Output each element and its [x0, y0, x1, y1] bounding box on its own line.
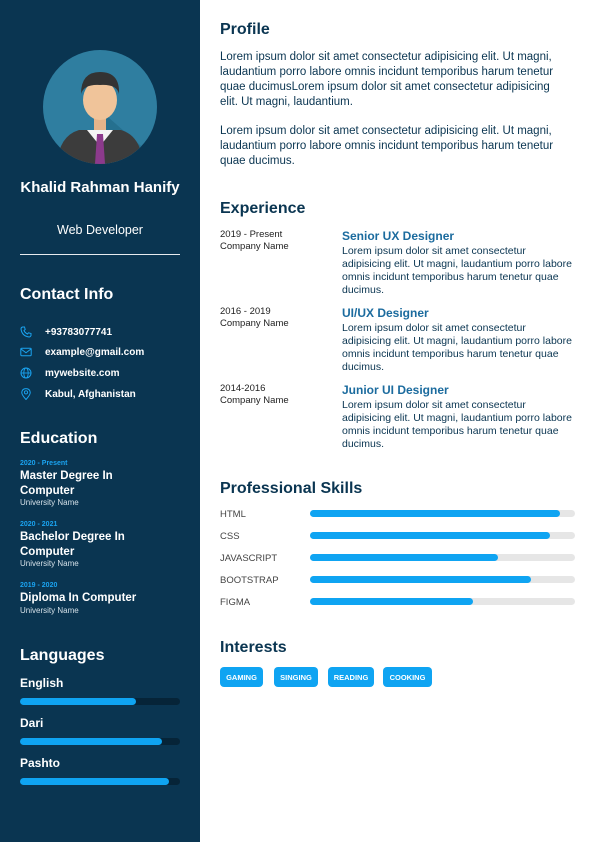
experience-company: Company Name — [220, 318, 289, 329]
education-heading: Education — [20, 430, 98, 447]
contact-phone: +93783077741 — [20, 325, 112, 339]
skills-heading: Professional Skills — [220, 480, 363, 497]
skill-bar-fill — [310, 510, 561, 517]
interests-heading: Interests — [220, 639, 287, 656]
sidebar-divider — [20, 254, 180, 255]
skill-bar-fill — [310, 532, 550, 539]
experience-period: 2014-2016 — [220, 383, 266, 394]
skill-bar — [310, 598, 575, 605]
phone-icon — [20, 326, 32, 338]
experience-description: Lorem ipsum dolor sit amet consectetur a… — [342, 399, 572, 450]
experience-period: 2019 - Present — [220, 229, 283, 240]
experience-description: Lorem ipsum dolor sit amet consectetur a… — [342, 245, 572, 296]
person-role: Web Developer — [57, 223, 143, 237]
education-item: 2020 - Present Master Degree In Computer… — [20, 459, 190, 508]
education-item: 2019 - 2020 Diploma In Computer Universi… — [20, 581, 190, 616]
profile-heading: Profile — [220, 21, 270, 38]
experience-description: Lorem ipsum dolor sit amet consectetur a… — [342, 322, 572, 373]
skill-bar — [310, 510, 575, 517]
globe-icon — [20, 367, 32, 379]
contact-email: example@gmail.com — [20, 345, 144, 359]
education-school: University Name — [20, 498, 79, 507]
language-bar — [20, 778, 180, 785]
education-degree: Bachelor Degree In Computer — [20, 531, 125, 558]
contact-location: Kabul, Afghanistan — [20, 387, 136, 401]
education-years: 2020 - Present — [20, 460, 68, 467]
contact-phone-text[interactable]: +93783077741 — [45, 327, 112, 338]
contact-location-text: Kabul, Afghanistan — [45, 388, 136, 400]
profile-paragraph: Lorem ipsum dolor sit amet consectetur a… — [220, 125, 554, 167]
skill-name: BOOTSTRAP — [220, 575, 279, 586]
interest-tag-gaming: GAMING — [220, 667, 263, 687]
skill-bar-fill — [310, 598, 473, 605]
language-name: Pashto — [20, 756, 61, 770]
location-pin-icon — [20, 388, 32, 400]
skill-bar — [310, 576, 575, 583]
mail-icon — [20, 346, 32, 358]
profile-paragraph: Lorem ipsum dolor sit amet consectetur a… — [220, 51, 554, 108]
language-bar-fill — [20, 738, 163, 745]
education-years: 2020 - 2021 — [20, 521, 58, 528]
interest-tag-cooking: COOKING — [383, 667, 432, 687]
interest-tag-reading: READING — [328, 667, 374, 687]
skill-name: HTML — [220, 509, 246, 520]
skill-name: CSS — [220, 531, 240, 542]
avatar — [43, 50, 157, 164]
contact-heading: Contact Info — [20, 286, 114, 303]
contact-website-text[interactable]: mywebsite.com — [45, 368, 119, 379]
language-name: English — [20, 676, 64, 690]
skill-bar-fill — [310, 576, 532, 583]
person-name: Khalid Rahman Hanify — [20, 179, 180, 196]
education-school: University Name — [20, 605, 79, 615]
languages-heading: Languages — [20, 647, 105, 664]
experience-title: UI/UX Designer — [342, 306, 429, 320]
language-name: Dari — [20, 716, 44, 730]
experience-period: 2016 - 2019 — [220, 306, 271, 317]
language-bar-fill — [20, 778, 169, 785]
experience-company: Company Name — [220, 241, 289, 252]
education-degree: Diploma In Computer — [20, 592, 137, 604]
education-item: 2020 - 2021 Bachelor Degree In Computer … — [20, 520, 190, 569]
language-bar-fill — [20, 698, 136, 705]
education-school: University Name — [20, 559, 79, 568]
experience-title: Junior UI Designer — [342, 383, 449, 397]
skill-name: JAVASCRIPT — [220, 553, 278, 564]
sidebar: Khalid Rahman Hanify Web Developer Conta… — [0, 0, 200, 842]
contact-email-text[interactable]: example@gmail.com — [45, 347, 144, 358]
person-avatar-icon — [57, 72, 157, 164]
experience-heading: Experience — [220, 200, 306, 217]
interest-tag-singing: SINGING — [274, 667, 318, 687]
language-bar — [20, 698, 180, 705]
skill-bar-fill — [310, 554, 499, 561]
education-degree: Master Degree In Computer — [20, 470, 113, 497]
contact-website: mywebsite.com — [20, 366, 119, 380]
experience-title: Senior UX Designer — [342, 229, 455, 243]
skill-bar — [310, 532, 575, 539]
experience-company: Company Name — [220, 395, 289, 406]
skill-bar — [310, 554, 575, 561]
skill-name: FIGMA — [220, 597, 251, 608]
language-bar — [20, 738, 180, 745]
education-years: 2019 - 2020 — [20, 582, 58, 589]
